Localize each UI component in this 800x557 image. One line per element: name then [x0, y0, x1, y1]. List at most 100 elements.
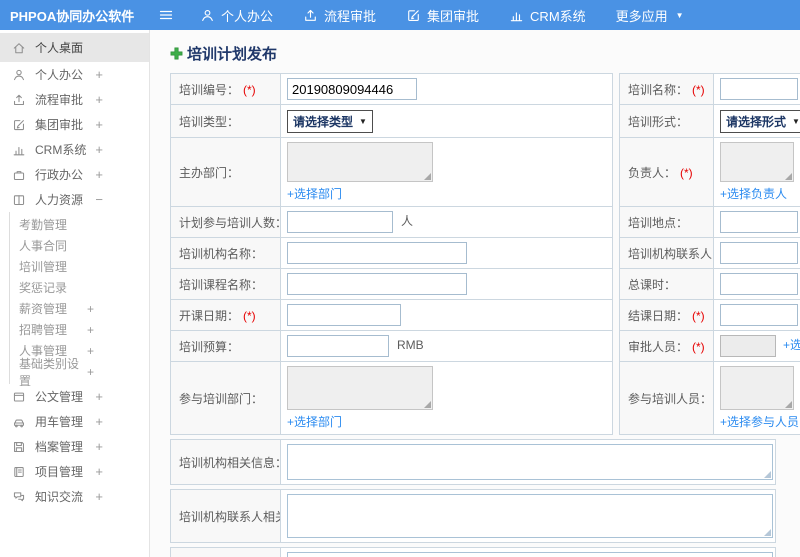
book-icon	[12, 193, 26, 207]
participating-departments-textarea[interactable]	[287, 366, 433, 410]
host-department-picker-link[interactable]: +选择部门	[287, 185, 342, 202]
sidebar-item-personal-office[interactable]: 个人办公 +	[0, 62, 149, 87]
form-row-start-date: 开课日期： (*)	[170, 299, 613, 331]
app-logo: PHPOA协同办公软件	[10, 8, 135, 24]
planned-participants-input[interactable]	[287, 211, 393, 233]
training-requirements-textarea[interactable]	[287, 552, 773, 557]
sidebar-item-label: 知识交流	[35, 490, 84, 504]
edit-icon	[406, 8, 421, 23]
planned-participants-label: 计划参与培训人数：(*)	[170, 206, 281, 238]
sidebar-subitem-base-category[interactable]: 基础类别设置 +	[10, 357, 149, 388]
sidebar-item-label: 用车管理	[35, 415, 84, 429]
field-label-text: 主办部门：	[179, 165, 240, 180]
expand-toggle-icon[interactable]: +	[95, 92, 103, 107]
sidebar-item-personal-desktop[interactable]: 个人桌面	[0, 33, 149, 62]
start-date-input[interactable]	[287, 304, 401, 326]
total-hours-value-cell	[713, 268, 800, 300]
sidebar-item-workflow-approval[interactable]: 流程审批 +	[0, 87, 149, 112]
expand-toggle-icon[interactable]: +	[95, 167, 103, 182]
sidebar-item-crm-system[interactable]: CRM系统 +	[0, 137, 149, 162]
expand-toggle-icon[interactable]: +	[87, 344, 94, 358]
training-type-select[interactable]: 请选择类型 ▼	[287, 109, 373, 133]
org-name-input[interactable]	[287, 242, 467, 264]
sidebar-subitem-training[interactable]: 培训管理	[10, 256, 149, 277]
expand-toggle-icon[interactable]: +	[87, 302, 94, 316]
participating-departments-picker-link[interactable]: +选择部门	[287, 413, 342, 430]
sidebar-subitem-hr-contract[interactable]: 人事合同	[10, 235, 149, 256]
sidebar-item-project-management[interactable]: 项目管理 +	[0, 459, 149, 484]
org-contact-input[interactable]	[720, 242, 798, 264]
sidebar-item-admin-office[interactable]: 行政办公 +	[0, 162, 149, 187]
field-label-text: 培训机构相关信息：	[179, 455, 281, 470]
field-label-text: 开课日期：	[179, 308, 240, 323]
sidebar-item-label: 个人办公	[35, 68, 84, 82]
budget-value-cell: RMB	[280, 330, 613, 362]
sidebar-item-label: CRM系统	[35, 143, 87, 157]
expand-toggle-icon[interactable]: +	[95, 67, 103, 82]
sidebar-subitem-recruitment[interactable]: 招聘管理 +	[10, 319, 149, 340]
form-row-training-type: 培训类型： 请选择类型 ▼	[170, 104, 613, 138]
person-in-charge-textarea[interactable]	[720, 142, 794, 182]
training-name-input[interactable]	[720, 78, 798, 100]
expand-toggle-icon[interactable]: −	[95, 192, 103, 207]
org-info-textarea[interactable]	[287, 444, 773, 480]
course-name-input[interactable]	[287, 273, 467, 295]
training-no-input[interactable]	[287, 78, 417, 100]
org-contact-info-textarea[interactable]	[287, 494, 773, 538]
nav-item-group-approval[interactable]: 集团审批	[406, 6, 479, 25]
sidebar-item-label: 档案管理	[35, 440, 84, 454]
sidebar-subitem-salary[interactable]: 薪资管理 +	[10, 298, 149, 319]
required-marker: (*)	[692, 308, 705, 323]
expand-toggle-icon[interactable]: +	[87, 323, 94, 337]
menu-toggle-icon[interactable]	[158, 7, 174, 23]
nav-item-workflow-approval[interactable]: 流程审批	[303, 6, 376, 25]
nav-item-label: 个人办公	[221, 8, 274, 24]
expand-toggle-icon[interactable]: +	[95, 439, 103, 454]
required-marker: (*)	[243, 82, 256, 97]
sidebar-subitem-rewards[interactable]: 奖惩记录	[10, 277, 149, 298]
approvers-input[interactable]	[720, 335, 776, 357]
required-marker: (*)	[692, 339, 705, 354]
form-row-host-department: 主办部门： +选择部门	[170, 137, 613, 207]
expand-toggle-icon[interactable]: +	[95, 142, 103, 157]
planned-participants-value-cell: 人	[280, 206, 613, 238]
sidebar-item-archive-management[interactable]: 档案管理 +	[0, 434, 149, 459]
participants-picker-link[interactable]: +选择参与人员	[720, 413, 799, 430]
training-form-select[interactable]: 请选择形式 ▼	[720, 109, 800, 133]
nav-item-more-apps[interactable]: 更多应用 ▼	[616, 6, 684, 25]
field-label-text: 培训编号：	[179, 82, 240, 97]
form-right-table: 培训名称： (*) 培训形式： 请选择形式 ▼ 负责人： (*) +选择负责人 培训地点： 培训机…	[619, 73, 800, 435]
expand-toggle-icon[interactable]: +	[95, 489, 103, 504]
person-in-charge-picker-link[interactable]: +选择负责人	[720, 185, 787, 202]
sidebar-item-knowledge-exchange[interactable]: 知识交流 +	[0, 484, 149, 509]
expand-toggle-icon[interactable]: +	[95, 389, 103, 404]
resize-handle[interactable]	[785, 401, 792, 408]
resize-handle[interactable]	[764, 529, 771, 536]
resize-handle[interactable]	[785, 173, 792, 180]
briefcase-icon	[12, 168, 26, 182]
total-hours-input[interactable]	[720, 273, 798, 295]
sidebar-item-group-approval[interactable]: 集团审批 +	[0, 112, 149, 137]
required-marker: (*)	[243, 308, 256, 323]
expand-toggle-icon[interactable]: +	[95, 414, 103, 429]
resize-handle[interactable]	[424, 401, 431, 408]
nav-item-crm-system[interactable]: CRM系统	[509, 6, 586, 25]
sidebar-subitem-attendance[interactable]: 考勤管理	[10, 214, 149, 235]
end-date-input[interactable]	[720, 304, 798, 326]
sidebar-item-human-resources[interactable]: 人力资源 −	[0, 187, 149, 212]
sidebar-item-vehicle-management[interactable]: 用车管理 +	[0, 409, 149, 434]
start-date-value-cell	[280, 299, 613, 331]
location-input[interactable]	[720, 211, 798, 233]
host-department-textarea[interactable]	[287, 142, 433, 182]
budget-input[interactable]	[287, 335, 389, 357]
participants-textarea[interactable]	[720, 366, 794, 410]
resize-handle[interactable]	[764, 471, 771, 478]
nav-item-personal-office[interactable]: 个人办公	[200, 6, 273, 25]
field-label-text: 参与培训人员：	[628, 391, 713, 406]
expand-toggle-icon[interactable]: +	[95, 464, 103, 479]
expand-toggle-icon[interactable]: +	[87, 365, 94, 379]
expand-toggle-icon[interactable]: +	[95, 117, 103, 132]
form-bottom-table-training-requirements: 培训要求：	[170, 547, 776, 557]
approvers-picker-link[interactable]: +选择审批人员	[783, 338, 800, 352]
resize-handle[interactable]	[424, 173, 431, 180]
